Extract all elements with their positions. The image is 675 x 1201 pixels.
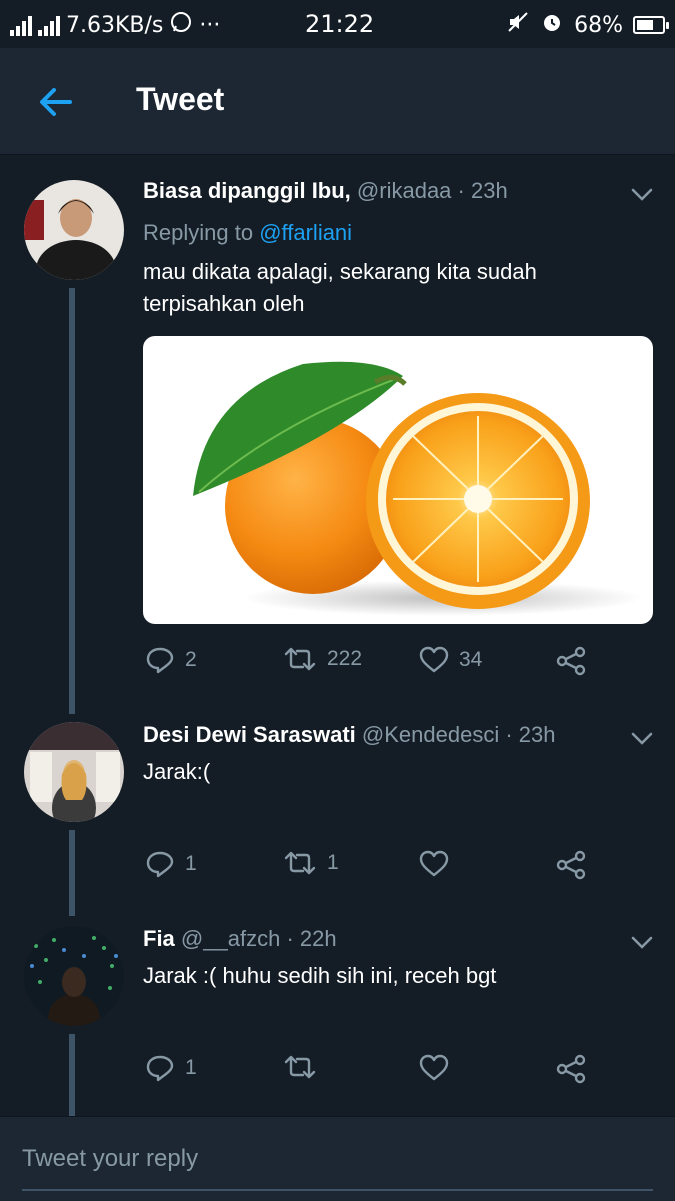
tweet-actions: 1 1 — [143, 850, 653, 880]
tweet-reply[interactable]: Desi Dewi Saraswati @Kendedesci · 23h Ja… — [0, 714, 675, 916]
avatar[interactable] — [24, 926, 124, 1026]
share-icon — [556, 646, 586, 676]
reply-count: 2 — [185, 648, 197, 671]
author-name[interactable]: Fia — [143, 926, 175, 951]
back-arrow-icon[interactable] — [36, 82, 76, 122]
author-handle[interactable]: @rikadaa — [357, 178, 452, 203]
tweet-text: Jarak:( — [143, 759, 211, 784]
reply-icon — [146, 1055, 174, 1082]
avatar[interactable] — [24, 180, 124, 280]
retweet-icon — [284, 851, 316, 875]
tweet-header: Biasa dipanggil Ibu, @rikadaa · 23h — [143, 178, 508, 204]
mute-icon — [506, 10, 530, 40]
replying-to: Replying to @ffarliani — [143, 220, 352, 246]
tweet-time: 22h — [299, 926, 337, 951]
like-button[interactable]: 34 — [419, 646, 482, 674]
reply-icon — [146, 647, 174, 674]
share-button[interactable] — [555, 1054, 587, 1084]
like-button[interactable] — [419, 1054, 459, 1082]
separator-dot: · — [457, 178, 465, 203]
reply-icon — [146, 851, 174, 878]
reply-button[interactable]: 1 — [145, 1054, 197, 1082]
signal-icon — [10, 14, 32, 36]
avatar[interactable] — [24, 722, 124, 822]
share-button[interactable] — [555, 646, 587, 676]
replying-label: Replying to — [143, 220, 254, 245]
reply-button[interactable]: 1 — [145, 850, 197, 878]
clock: 21:22 — [305, 10, 375, 38]
mention-link[interactable]: @ffarliani — [259, 220, 352, 245]
tweet-text: Jarak :( huhu sedih sih ini, receh bgt — [143, 963, 497, 988]
page-title: Tweet — [136, 81, 225, 117]
thread-line — [69, 1034, 75, 1116]
retweet-count: 1 — [327, 851, 339, 874]
tweet-text-line: mau dikata apalagi, sekarang kita sudah — [143, 259, 537, 284]
chevron-down-icon[interactable] — [631, 188, 653, 202]
like-icon — [419, 850, 449, 877]
author-handle[interactable]: @__afzch — [181, 926, 280, 951]
separator-dot: · — [505, 722, 513, 747]
retweet-count: 222 — [327, 647, 363, 670]
retweet-button[interactable] — [283, 1054, 327, 1080]
tweet-text-line: terpisahkan oleh — [143, 291, 305, 316]
status-right: 68% — [506, 10, 669, 40]
retweet-button[interactable]: 222 — [283, 646, 362, 672]
chevron-down-icon[interactable] — [631, 732, 653, 746]
retweet-icon — [284, 1055, 316, 1079]
tweet-actions: 1 — [143, 1054, 653, 1084]
reply-input[interactable] — [22, 1145, 642, 1173]
author-name[interactable]: Biasa dipanggil Ibu, — [143, 178, 351, 203]
whatsapp-icon — [169, 10, 193, 40]
tweet-header: Desi Dewi Saraswati @Kendedesci · 23h — [143, 722, 556, 748]
status-left: 7.63KB/s ··· — [10, 10, 220, 40]
author-handle[interactable]: @Kendedesci — [362, 722, 499, 747]
tweet-time: 23h — [471, 178, 508, 203]
like-icon — [419, 1054, 449, 1081]
header: Tweet — [0, 48, 675, 155]
thread-line — [69, 830, 75, 916]
battery-icon — [633, 16, 669, 34]
separator-dot: · — [286, 926, 294, 951]
reply-count: 1 — [185, 1056, 197, 1079]
tweet-image-oranges[interactable] — [143, 336, 653, 624]
alarm-icon — [540, 10, 564, 40]
reply-bar — [0, 1116, 675, 1201]
author-name[interactable]: Desi Dewi Saraswati — [143, 722, 356, 747]
like-button[interactable] — [419, 850, 459, 878]
like-icon — [419, 646, 449, 673]
reply-count: 1 — [185, 852, 197, 875]
reply-button[interactable]: 2 — [145, 646, 197, 674]
retweet-button[interactable]: 1 — [283, 850, 339, 876]
signal-2-icon — [38, 14, 60, 36]
network-speed: 7.63KB/s — [66, 12, 164, 38]
chevron-down-icon[interactable] — [631, 936, 653, 950]
like-count: 34 — [459, 648, 483, 671]
more-notifications: ··· — [199, 12, 221, 38]
reply-underline — [22, 1189, 653, 1191]
share-icon — [556, 850, 586, 880]
tweet-reply[interactable]: Fia @__afzch · 22h Jarak :( huhu sedih s… — [0, 916, 675, 1116]
share-button[interactable] — [555, 850, 587, 880]
tweet-header: Fia @__afzch · 22h — [143, 926, 337, 952]
tweet-text: mau dikata apalagi, sekarang kita sudah … — [143, 256, 643, 320]
battery-text: 68% — [574, 12, 623, 38]
thread-line — [69, 288, 75, 714]
share-icon — [556, 1054, 586, 1084]
tweet-time: 23h — [518, 722, 556, 747]
retweet-icon — [284, 647, 316, 671]
tweet-main[interactable]: Biasa dipanggil Ibu, @rikadaa · 23h Repl… — [0, 154, 675, 714]
status-bar: 7.63KB/s ··· 21:22 68% — [0, 0, 675, 48]
tweet-actions: 2 222 34 — [143, 646, 653, 676]
